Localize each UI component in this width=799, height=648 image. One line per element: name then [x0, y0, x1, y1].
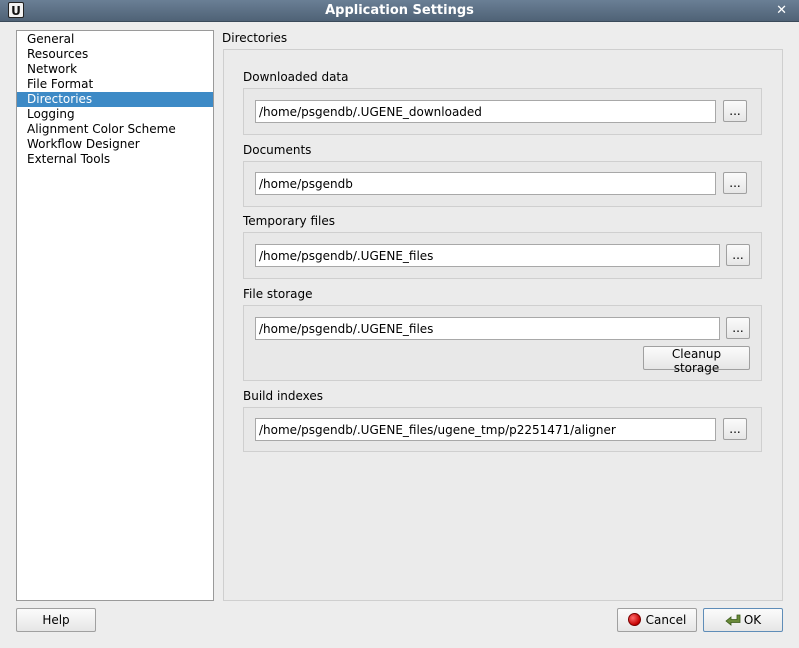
cancel-button-label: Cancel — [645, 613, 687, 627]
cancel-icon — [627, 613, 641, 626]
file-storage-path-input[interactable] — [255, 317, 720, 340]
nav-item-network[interactable]: Network — [17, 62, 213, 77]
downloaded-data-label: Downloaded data — [243, 70, 349, 84]
nav-item-logging[interactable]: Logging — [17, 107, 213, 122]
nav-item-general[interactable]: General — [17, 32, 213, 47]
cleanup-storage-button[interactable]: Cleanup storage — [643, 346, 750, 375]
temporary-files-browse-button[interactable]: ... — [726, 244, 750, 266]
nav-item-file-format[interactable]: File Format — [17, 77, 213, 92]
ok-arrow-icon — [725, 614, 741, 626]
section-title: Directories — [222, 31, 288, 45]
documents-label: Documents — [243, 143, 312, 157]
help-button[interactable]: Help — [16, 608, 96, 632]
nav-item-directories[interactable]: Directories — [17, 92, 213, 107]
temporary-files-label: Temporary files — [243, 214, 335, 228]
build-indexes-label: Build indexes — [243, 389, 324, 403]
nav-item-workflow-designer[interactable]: Workflow Designer — [17, 137, 213, 152]
nav-item-alignment-color-scheme[interactable]: Alignment Color Scheme — [17, 122, 213, 137]
ok-button[interactable]: OK — [703, 608, 783, 632]
file-storage-label: File storage — [243, 287, 313, 301]
build-indexes-browse-button[interactable]: ... — [723, 418, 747, 440]
title-bar[interactable]: U Application Settings ✕ — [0, 0, 799, 22]
temporary-files-path-input[interactable] — [255, 244, 720, 267]
window-title: Application Settings — [325, 3, 474, 18]
close-icon[interactable]: ✕ — [776, 0, 787, 21]
documents-path-input[interactable] — [255, 172, 716, 195]
ok-button-label: OK — [743, 613, 762, 627]
downloaded-data-path-input[interactable] — [255, 100, 716, 123]
downloaded-data-browse-button[interactable]: ... — [723, 100, 747, 122]
documents-browse-button[interactable]: ... — [723, 172, 747, 194]
file-storage-browse-button[interactable]: ... — [726, 317, 750, 339]
build-indexes-path-input[interactable] — [255, 418, 716, 441]
settings-page-list[interactable]: General Resources Network File Format Di… — [16, 30, 214, 601]
nav-item-external-tools[interactable]: External Tools — [17, 152, 213, 167]
nav-item-resources[interactable]: Resources — [17, 47, 213, 62]
cancel-button[interactable]: Cancel — [617, 608, 697, 632]
